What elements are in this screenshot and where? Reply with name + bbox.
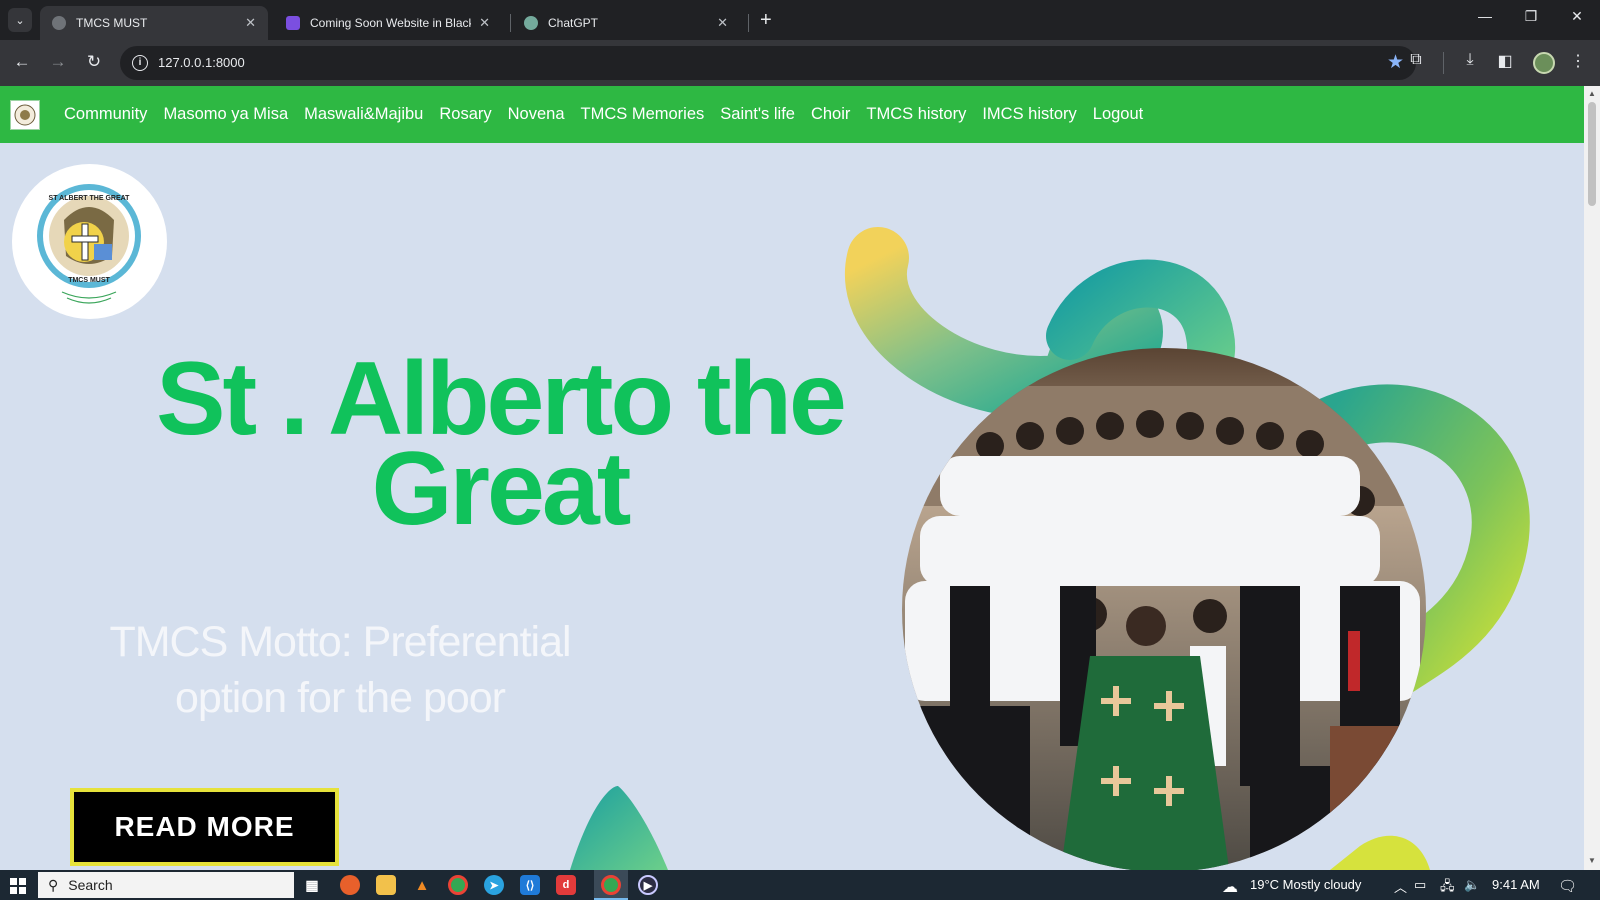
vlc-icon[interactable]: ▲	[412, 875, 432, 895]
side-panel-icon[interactable]: ◧	[1493, 51, 1517, 71]
page-viewport: Community Masomo ya Misa Maswali&Majibu …	[0, 86, 1584, 870]
toolbar-separator	[1443, 52, 1444, 74]
restore-icon[interactable]: ❐	[1508, 8, 1554, 25]
file-explorer-icon[interactable]	[376, 875, 396, 895]
battery-icon[interactable]: ▭	[1414, 877, 1426, 893]
bookmark-star-icon[interactable]: ★	[1387, 51, 1404, 74]
volume-icon[interactable]: 🔈	[1464, 877, 1480, 893]
scrollbar-thumb[interactable]	[1588, 102, 1596, 206]
motto: TMCS Motto: Preferential option for the …	[60, 614, 620, 726]
hero-logo: ST ALBERT THE GREAT TMCS MUST	[12, 164, 167, 319]
profile-avatar[interactable]	[1533, 52, 1555, 74]
nav-novena[interactable]: Novena	[508, 105, 565, 124]
emblem-ring-top: ST ALBERT THE GREAT	[49, 195, 131, 202]
vscode-icon[interactable]: ⟨⟩	[520, 875, 540, 895]
motto-line2: option for the poor	[174, 674, 506, 722]
scroll-up-icon[interactable]: ▲	[1588, 89, 1596, 98]
tab-title: TMCS MUST	[76, 16, 148, 30]
scroll-down-icon[interactable]: ▼	[1588, 856, 1596, 865]
nav-maswali-majibu[interactable]: Maswali&Majibu	[304, 105, 423, 124]
app-red-icon[interactable]: d	[556, 875, 576, 895]
reload-icon[interactable]: ↻	[82, 52, 106, 72]
emblem-ring-bottom: TMCS MUST	[68, 277, 110, 284]
globe-icon	[52, 16, 66, 30]
address-bar[interactable]: i 127.0.0.1:8000 ★	[120, 46, 1416, 80]
tab-separator	[510, 14, 511, 32]
menu-kebab-icon[interactable]: ⋮	[1566, 51, 1590, 71]
nav-logout[interactable]: Logout	[1093, 105, 1143, 124]
nav-links: Community Masomo ya Misa Maswali&Majibu …	[64, 86, 1159, 143]
site-info-icon[interactable]: i	[132, 55, 148, 71]
tray-chevron-icon[interactable]: ︿	[1394, 877, 1407, 896]
browser-toolbar: ← → ↻ i 127.0.0.1:8000 ★ ⧉ ⤓ ◧ ⋮	[0, 40, 1600, 86]
media-player-icon[interactable]: ▶	[638, 875, 658, 895]
nav-logo[interactable]	[10, 100, 40, 130]
tab-search-chevron-icon[interactable]: ⌄	[8, 8, 32, 32]
tab-chatgpt[interactable]: ChatGPT ✕	[512, 6, 740, 40]
hero-title-line2: Great	[371, 431, 632, 547]
notifications-icon[interactable]: 🗨	[1558, 877, 1577, 895]
clock[interactable]: 9:41 AM	[1492, 877, 1540, 892]
hero-title: St . Alberto the Great	[80, 347, 920, 547]
nav-imcs-history[interactable]: IMCS history	[982, 105, 1076, 124]
nav-tmcs-history[interactable]: TMCS history	[866, 105, 966, 124]
chrome-icon[interactable]	[448, 875, 468, 895]
address-url[interactable]: 127.0.0.1:8000	[158, 55, 245, 70]
download-icon[interactable]: ⤓	[1458, 51, 1482, 69]
close-tab-icon[interactable]: ✕	[479, 15, 490, 31]
nav-choir[interactable]: Choir	[811, 105, 850, 124]
network-icon[interactable]: 🖧	[1440, 877, 1455, 899]
search-icon: ⚲	[48, 876, 59, 893]
taskbar-search[interactable]: ⚲ Search	[38, 872, 294, 898]
tab-title: ChatGPT	[548, 16, 599, 30]
read-more-button[interactable]: READ MORE	[70, 788, 339, 866]
close-tab-icon[interactable]: ✕	[245, 15, 256, 31]
site-nav: Community Masomo ya Misa Maswali&Majibu …	[0, 86, 1584, 143]
extensions-icon[interactable]: ⧉	[1404, 51, 1428, 69]
close-tab-icon[interactable]: ✕	[717, 15, 728, 31]
weather-cloud-icon[interactable]: ☁	[1222, 877, 1238, 897]
weather-text[interactable]: 19°C Mostly cloudy	[1250, 877, 1361, 892]
nav-masomo-ya-misa[interactable]: Masomo ya Misa	[163, 105, 288, 124]
tmcs-logo-icon	[14, 104, 36, 126]
browser-tab-strip: ⌄ TMCS MUST ✕ Coming Soon Website in Bla…	[0, 0, 1600, 40]
tab-title: Coming Soon Website in Black	[310, 16, 472, 30]
motto-line1: TMCS Motto: Preferential	[109, 618, 571, 666]
nav-saints-life[interactable]: Saint's life	[720, 105, 795, 124]
page-scrollbar[interactable]: ▲ ▼	[1584, 86, 1600, 870]
back-icon[interactable]: ←	[10, 52, 34, 72]
minimize-icon[interactable]: —	[1462, 8, 1508, 24]
tab-separator	[748, 14, 749, 32]
nav-tmcs-memories[interactable]: TMCS Memories	[581, 105, 705, 124]
windows-start-icon[interactable]	[10, 878, 26, 894]
close-window-icon[interactable]: ✕	[1554, 8, 1600, 25]
new-tab-icon[interactable]: +	[760, 9, 772, 32]
task-view-icon[interactable]: ▦	[302, 875, 322, 895]
canva-icon	[286, 16, 300, 30]
tab-coming-soon[interactable]: Coming Soon Website in Black ✕	[274, 6, 502, 40]
telegram-icon[interactable]: ➤	[484, 875, 504, 895]
chatgpt-icon	[524, 16, 538, 30]
tab-tmcs-must[interactable]: TMCS MUST ✕	[40, 6, 268, 40]
nav-rosary[interactable]: Rosary	[439, 105, 491, 124]
firefox-icon[interactable]	[340, 875, 360, 895]
forward-icon[interactable]: →	[46, 52, 70, 72]
st-albert-emblem-icon: ST ALBERT THE GREAT TMCS MUST	[37, 184, 141, 304]
chrome-active-icon[interactable]	[601, 875, 621, 895]
windows-taskbar: ⚲ Search ▦ ▲ ➤ ⟨⟩ d ▶ ☁ 19°C Mostly clou…	[0, 870, 1600, 900]
nav-community[interactable]: Community	[64, 105, 147, 124]
taskbar-search-label: Search	[68, 877, 113, 893]
